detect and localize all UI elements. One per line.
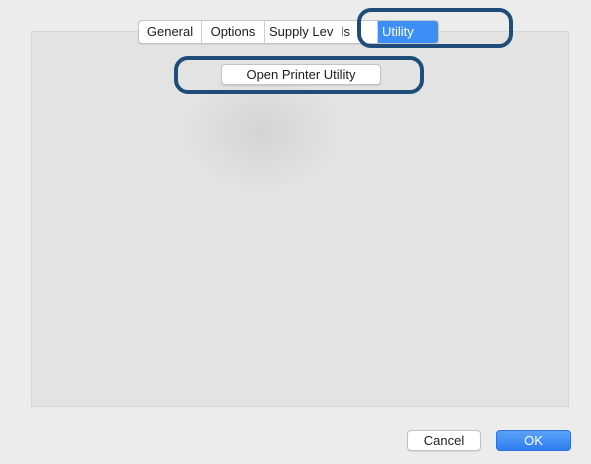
tab-content-panel <box>31 31 569 407</box>
tab-supply-levels[interactable]: Supply Levels <box>265 21 378 43</box>
open-printer-utility-button[interactable]: Open Printer Utility <box>221 64 381 85</box>
tab-general[interactable]: General <box>139 21 202 43</box>
tab-bar: General Options Supply Levels Utility <box>138 20 439 44</box>
highlight-overlap-mask <box>334 25 342 39</box>
ok-button[interactable]: OK <box>496 430 571 451</box>
cancel-button[interactable]: Cancel <box>407 430 481 451</box>
tab-utility[interactable]: Utility <box>378 21 438 43</box>
panel-shading <box>182 72 342 192</box>
printer-options-dialog: General Options Supply Levels Utility Op… <box>0 0 591 464</box>
tab-options[interactable]: Options <box>202 21 265 43</box>
